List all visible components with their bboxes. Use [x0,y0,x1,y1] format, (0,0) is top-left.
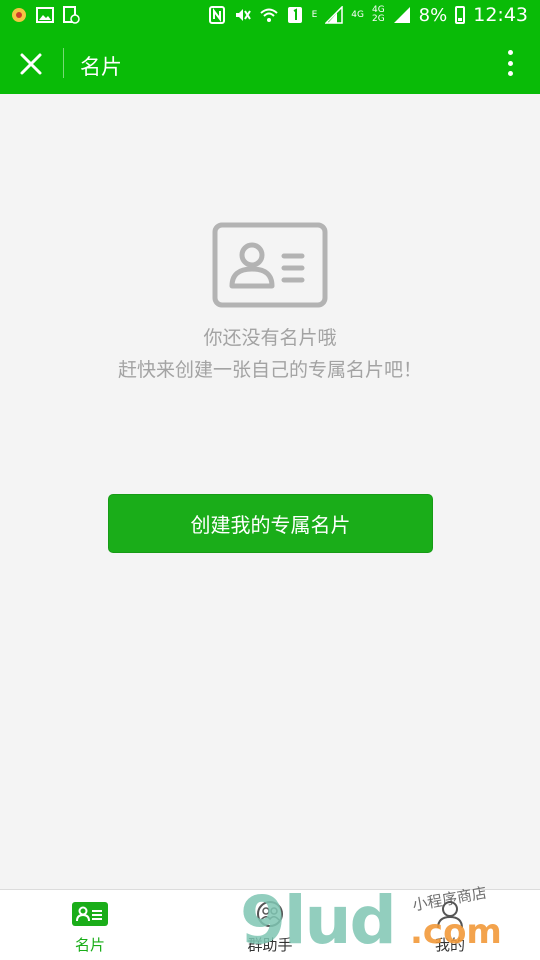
network-type-e: E [311,9,318,20]
clock: 12:43 [473,4,528,26]
business-card-icon [212,222,328,308]
empty-hint: 赶快来创建一张自己的专属名片吧！ [117,359,422,381]
empty-message: 你还没有名片哦 [203,327,337,349]
signal-secondary-icon [393,7,410,23]
close-icon [20,53,42,75]
wifi-icon [259,8,278,22]
sim-one-icon [287,7,302,23]
person-icon [437,901,463,928]
download-notification-icon [63,6,80,24]
more-menu-button[interactable] [500,48,520,78]
title-bar: 名片 [0,32,540,94]
group-icon [257,901,283,927]
app-notification-icon [12,8,26,22]
mute-icon [235,9,251,21]
tab-group-assistant-label: 群助手 [247,936,293,954]
network-type-2g: 2G [371,14,385,24]
status-right-icons: E 4G 4G 2G 8% 12:43 [208,4,528,26]
tab-group-assistant[interactable]: 群助手 [180,890,360,960]
more-dot-icon [507,71,513,76]
tab-mine[interactable]: 我的 [360,890,540,960]
create-card-button[interactable]: 创建我的专属名片 [108,494,433,553]
tab-card-label: 名片 [74,936,105,954]
status-bar: E 4G 4G 2G 8% 12:43 [0,0,540,32]
more-dot-icon [507,50,513,55]
battery-percent: 8% [418,4,448,26]
status-left-icons [10,6,80,24]
tab-mine-label: 我的 [434,936,465,954]
tab-card[interactable]: 名片 [0,890,180,960]
title-divider [63,48,64,78]
battery-icon [455,6,466,24]
card-icon [72,902,108,926]
image-notification-icon [36,7,54,23]
close-button[interactable] [14,47,48,81]
network-type-stack: 4G 2G [372,6,385,24]
more-dot-icon [507,60,513,66]
bottom-tab-bar: 名片 群助手 我的 [0,889,540,960]
signal-icon [325,6,344,24]
nfc-icon [208,6,225,24]
network-type-4g: 4G [351,9,364,20]
page-title: 名片 [80,55,122,79]
